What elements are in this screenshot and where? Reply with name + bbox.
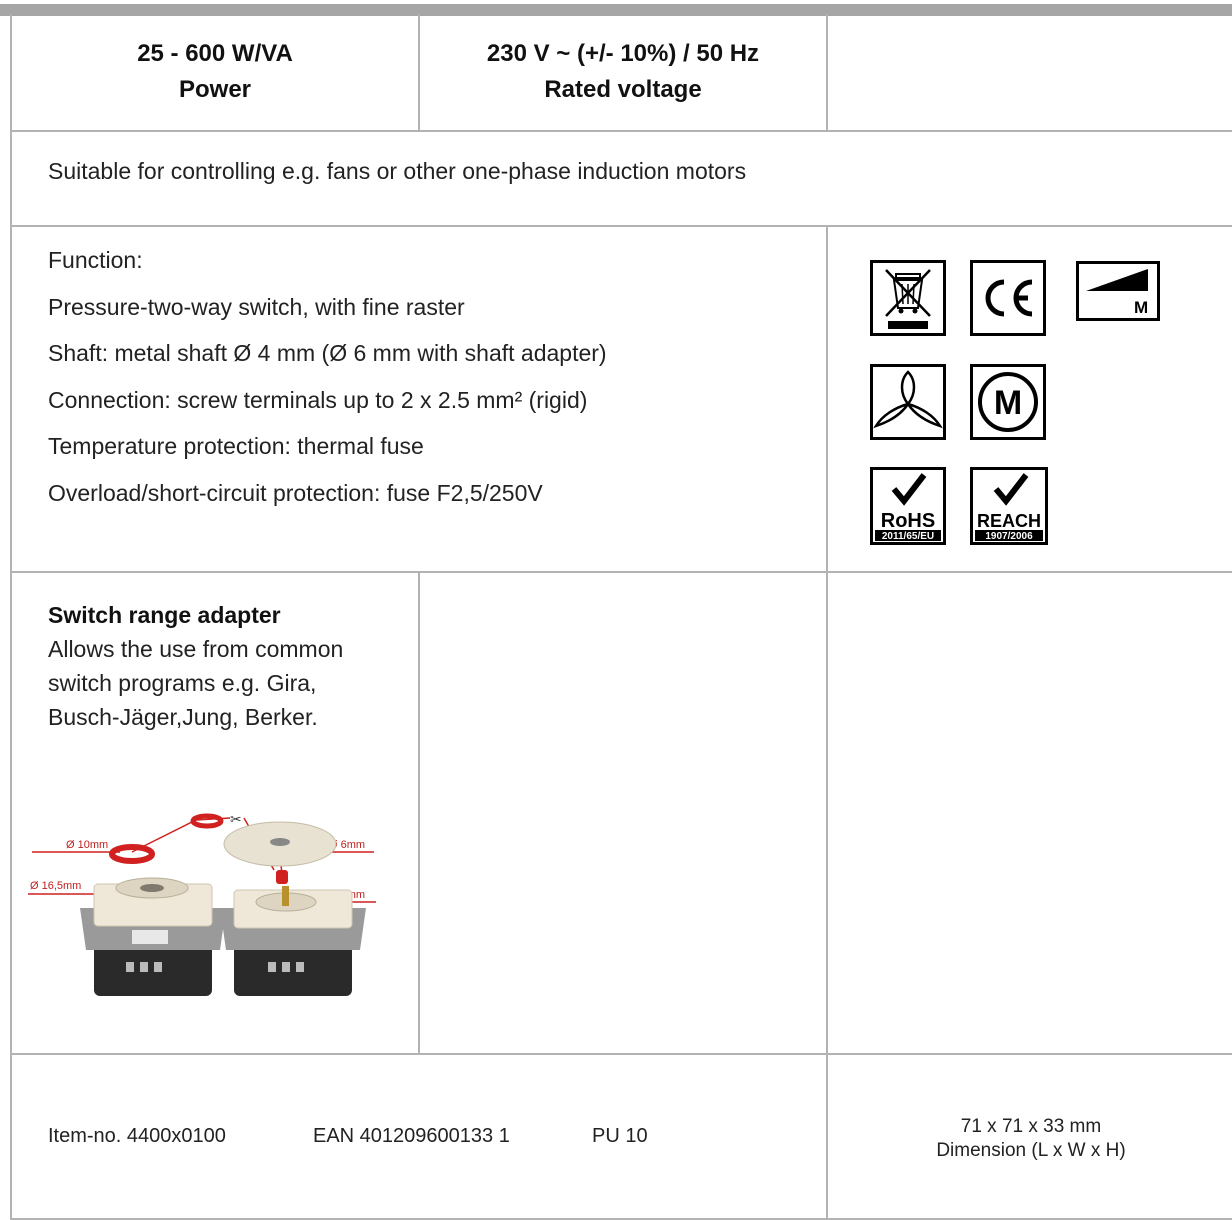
reach-sub: 1907/2006 [985,531,1033,542]
function-list: Function: Pressure-two-way switch, with … [48,237,607,516]
adapter-title: Switch range adapter [48,602,281,628]
adapter-description: Allows the use from common switch progra… [48,636,344,730]
rohs-sub: 2011/65/EU [882,531,934,542]
function-line: Connection: screw terminals up to 2 x 2.… [48,386,588,413]
power-spec: 25 - 600 W/VA Power [12,36,418,108]
grid-line [10,1053,1232,1055]
label-10mm: Ø 10mm [66,839,108,851]
grid-line [418,571,420,1055]
shaft-adapter [276,870,288,884]
ring-small [190,813,224,829]
dimension-value: 71 x 71 x 33 mm [960,1116,1102,1137]
ce-mark-icon [970,260,1046,336]
grid-line [10,225,1232,227]
function-line: Pressure-two-way switch, with fine raste… [48,293,465,320]
voltage-label: Rated voltage [544,76,702,103]
packing-unit: PU 10 [592,1125,648,1147]
rohs-label: RoHS [881,510,935,532]
ean-code: EAN 401209600133 1 [313,1125,510,1147]
screw [154,962,162,972]
knob-cap-hole [270,838,290,846]
function-line: Shaft: metal shaft Ø 4 mm (Ø 6 mm with s… [48,340,607,366]
item-number: Item-no. 4400x0100 [48,1125,226,1147]
terminal-left [132,930,168,944]
power-label: Power [178,76,252,103]
ring-10mm [109,844,155,864]
motor-label: M [994,384,1022,422]
motor-ramp-icon: M [1076,261,1160,321]
voltage-spec: 230 V ~ (+/- 10%) / 50 Hz Rated voltage [420,36,826,108]
grid-line [826,14,828,132]
weee-crossed-bin-icon [870,260,946,336]
knob-hole-left [140,884,164,892]
label-16mm: Ø 16,5mm [30,880,81,892]
function-line: Temperature protection: thermal fuse [48,433,424,459]
adapter-section: Switch range adapter Allows the use from… [48,598,408,734]
metal-shaft [282,886,289,906]
grid-line [10,571,1232,573]
screw [126,962,134,972]
dimension: 71 x 71 x 33 mm Dimension (L x W x H) [830,1115,1232,1163]
fan-icon [870,364,946,440]
top-bar [0,4,1232,16]
screw [140,962,148,972]
function-heading: Function: [48,247,143,273]
screw [282,962,290,972]
motor-icon: M [970,364,1046,440]
grid-line [826,225,828,1220]
reach-icon: REACH 1907/2006 [970,467,1048,545]
scissors-icon: ✂ [230,812,242,828]
screw [268,962,276,972]
power-value: 25 - 600 W/VA [137,40,293,67]
grid-line [10,130,1232,132]
reach-label: REACH [977,511,1041,531]
grid-line [10,14,12,1220]
dimension-label: Dimension (L x W x H) [936,1140,1126,1161]
switch-adapter-photo: Ø 10mm Ø 16,5mm Ø 6mm Ø 4mm ✂ [28,812,376,996]
description: Suitable for controlling e.g. fans or ot… [48,158,747,184]
voltage-value: 230 V ~ (+/- 10%) / 50 Hz [486,40,760,67]
screw [296,962,304,972]
function-line: Overload/short-circuit protection: fuse … [48,479,543,506]
rohs-icon: RoHS 2011/65/EU [870,467,946,545]
ramp-label: M [1134,298,1148,317]
